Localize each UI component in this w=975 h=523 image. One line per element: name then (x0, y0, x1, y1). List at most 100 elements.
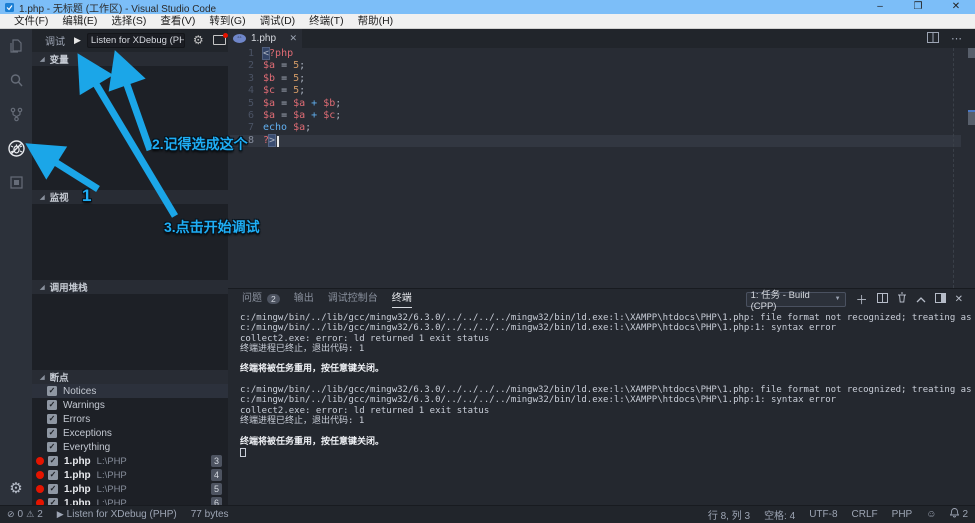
menu-bar: 文件(F)编辑(E)选择(S)查看(V)转到(G)调试(D)终端(T)帮助(H) (0, 14, 975, 29)
indentation-status[interactable]: 空格: 4 (757, 507, 802, 522)
code-area[interactable]: 1<?php2$a = 5;3$b = 5;4$c = 5;5$a = $a +… (228, 48, 975, 288)
terminal-line: c:/mingw/bin/../lib/gcc/mingw32/6.3.0/..… (240, 395, 970, 405)
line-number: 7 (228, 122, 254, 134)
maximize-button[interactable]: ❐ (899, 0, 937, 14)
minimize-button[interactable]: – (861, 0, 899, 14)
checkbox-checked-icon[interactable]: ✓ (47, 400, 57, 410)
checkbox-checked-icon[interactable]: ✓ (47, 442, 57, 452)
problems-status[interactable]: ⊘ 0 ⚠ 2 (0, 509, 50, 520)
new-terminal-icon[interactable]: ＋ (856, 291, 868, 308)
variables-section-header[interactable]: ◢ 变量 (32, 52, 228, 66)
panel-tab-2[interactable]: 调试控制台 (328, 289, 378, 309)
checkbox-checked-icon[interactable]: ✓ (48, 498, 58, 505)
task-dropdown[interactable]: 1: 任务 - Build (CPP) ▼ (746, 292, 846, 307)
close-button[interactable]: ✕ (937, 0, 975, 14)
maximize-panel-chevron-icon[interactable] (916, 290, 926, 308)
source-control-icon[interactable] (0, 97, 32, 131)
scrollbar-mark[interactable] (968, 48, 975, 58)
split-editor-icon[interactable] (927, 30, 939, 48)
code-line[interactable]: 8?> (228, 135, 961, 147)
settings-gear-icon[interactable]: ⚙ (0, 479, 32, 497)
breakpoint-file-row[interactable]: ✓1.phpL:\PHP5 (32, 482, 228, 496)
breakpoint-toggle-row[interactable]: ✓Warnings (32, 398, 228, 412)
twistie-icon: ◢ (40, 56, 45, 63)
checkbox-checked-icon[interactable]: ✓ (47, 386, 57, 396)
panel-tab-label: 调试控制台 (328, 289, 378, 309)
code-line[interactable]: 6$a = $a + $c; (228, 110, 961, 122)
line-number: 2 (228, 60, 254, 72)
breakpoint-line-badge: 6 (211, 497, 222, 505)
extensions-icon[interactable] (0, 165, 32, 199)
scrollbar-mark[interactable] (968, 112, 975, 125)
code-line[interactable]: 4$c = 5; (228, 85, 961, 97)
debug-status[interactable]: ▶ Listen for XDebug (PHP) (50, 509, 184, 520)
search-icon[interactable] (0, 63, 32, 97)
breakpoint-file-name: 1.php (64, 470, 91, 481)
code-line[interactable]: 1<?php (228, 48, 961, 60)
code-line[interactable]: 7echo $a; (228, 122, 961, 134)
editor-ruler (953, 48, 954, 288)
chevron-down-icon: ▼ (835, 296, 841, 302)
kill-terminal-trash-icon[interactable] (897, 290, 907, 308)
menu-item-5[interactable]: 调试(D) (253, 14, 303, 29)
watch-section-header[interactable]: ◢ 监视 (32, 190, 228, 204)
breakpoint-toggle-row[interactable]: ✓Errors (32, 412, 228, 426)
notifications-bell[interactable]: 2 (943, 508, 975, 521)
breakpoint-toggle-row[interactable]: ✓Notices (32, 384, 228, 398)
debug-config-dropdown[interactable]: Listen for XDebug (PHI ▼ (87, 33, 185, 48)
debug-console-icon[interactable] (213, 35, 226, 45)
toggle-panel-layout-icon[interactable] (935, 290, 946, 308)
breakpoint-file-row[interactable]: ✓ 1.php L:\PHP 4 (32, 468, 228, 482)
breakpoint-line-badge: 4 (211, 469, 222, 481)
eol-status[interactable]: CRLF (845, 509, 885, 520)
panel-tab-3[interactable]: 终端 (392, 289, 412, 309)
breakpoint-file-row[interactable]: ✓1.phpL:\PHP3 (32, 454, 228, 468)
breakpoint-file-path: L:\PHP (97, 484, 127, 495)
cursor-position-status[interactable]: 行 8, 列 3 (701, 507, 757, 522)
file-size-status: 77 bytes (184, 509, 236, 520)
language-mode-status[interactable]: PHP (885, 509, 920, 520)
php-file-icon: ◦◦ (233, 34, 246, 43)
warning-icon: ⚠ (26, 509, 34, 520)
breakpoint-file-name: 1.php (64, 484, 91, 495)
tab-1php[interactable]: ◦◦ 1.php ✕ (228, 29, 302, 48)
debug-start-button[interactable]: ▶ (74, 35, 81, 46)
debug-icon[interactable] (0, 131, 32, 165)
panel-tab-1[interactable]: 输出 (294, 289, 314, 309)
more-actions-icon[interactable]: ⋯ (951, 32, 963, 45)
panel-tab-label: 问题 (242, 289, 262, 309)
error-icon: ⊘ (7, 509, 15, 520)
terminal-output[interactable]: c:/mingw/bin/../lib/gcc/mingw32/6.3.0/..… (240, 313, 970, 503)
call-stack-section-header[interactable]: ◢ 调用堆栈 (32, 280, 228, 294)
breakpoint-file-path: L:\PHP (97, 470, 127, 481)
debug-settings-gear-icon[interactable]: ⚙ (193, 33, 204, 47)
explorer-icon[interactable] (0, 29, 32, 63)
checkbox-checked-icon[interactable]: ✓ (48, 456, 58, 466)
annotation-label-3: 3.点击开始调试 (164, 217, 260, 237)
tab-close-icon[interactable]: ✕ (289, 33, 297, 44)
encoding-status[interactable]: UTF-8 (802, 509, 844, 520)
breakpoints-section-header[interactable]: ◢ 断点 (32, 370, 228, 384)
feedback-smiley-icon[interactable]: ☺ (919, 509, 943, 520)
menu-item-2[interactable]: 选择(S) (104, 14, 153, 29)
menu-item-1[interactable]: 编辑(E) (55, 14, 104, 29)
breakpoint-file-row[interactable]: ✓1.phpL:\PHP6 (32, 496, 228, 505)
menu-item-4[interactable]: 转到(G) (202, 14, 252, 29)
menu-item-3[interactable]: 查看(V) (153, 14, 202, 29)
checkbox-checked-icon[interactable]: ✓ (48, 484, 58, 494)
code-line[interactable]: 2$a = 5; (228, 60, 961, 72)
close-panel-icon[interactable]: ✕ (955, 294, 963, 305)
breakpoint-toggle-row[interactable]: ✓Exceptions (32, 426, 228, 440)
checkbox-checked-icon[interactable]: ✓ (47, 414, 57, 424)
breakpoint-toggle-row[interactable]: ✓Everything (32, 440, 228, 454)
menu-item-7[interactable]: 帮助(H) (351, 14, 401, 29)
menu-item-0[interactable]: 文件(F) (7, 14, 55, 29)
vscode-logo-icon (5, 3, 14, 12)
split-terminal-icon[interactable] (877, 290, 888, 308)
code-line[interactable]: 5$a = $a + $b; (228, 98, 961, 110)
checkbox-checked-icon[interactable]: ✓ (47, 428, 57, 438)
checkbox-checked-icon[interactable]: ✓ (48, 470, 58, 480)
code-line[interactable]: 3$b = 5; (228, 73, 961, 85)
panel-tab-0[interactable]: 问题2 (242, 289, 280, 309)
menu-item-6[interactable]: 终端(T) (302, 14, 350, 29)
